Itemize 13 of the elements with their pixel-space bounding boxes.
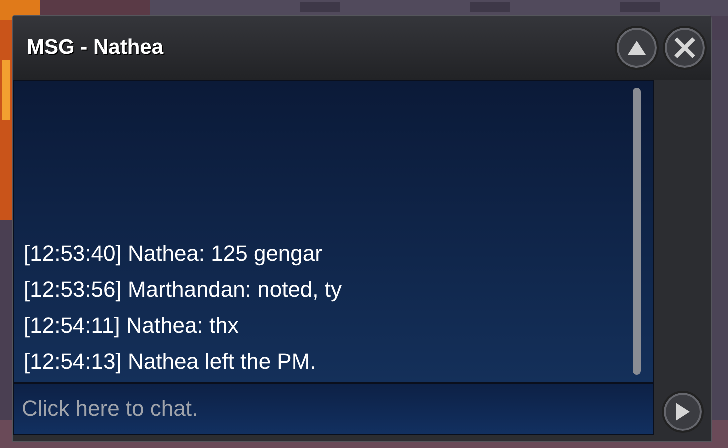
send-button[interactable] <box>662 391 704 433</box>
up-arrow-icon <box>627 40 647 56</box>
collapse-button[interactable] <box>615 26 659 70</box>
play-icon <box>674 402 690 422</box>
chat-message: [12:53:56] Marthandan: noted, ty <box>24 276 344 304</box>
chat-message: [12:54:13] Nathea left the PM. <box>24 348 318 376</box>
chat-message: [12:53:40] Nathea: 125 gengar <box>24 240 324 268</box>
scrollbar[interactable] <box>633 88 641 375</box>
close-icon <box>673 36 697 60</box>
close-button[interactable] <box>663 26 707 70</box>
chat-message: [12:54:11] Nathea: thx <box>24 312 240 340</box>
window-title: MSG - Nathea <box>27 35 165 62</box>
chat-input[interactable]: Click here to chat. <box>13 383 654 435</box>
